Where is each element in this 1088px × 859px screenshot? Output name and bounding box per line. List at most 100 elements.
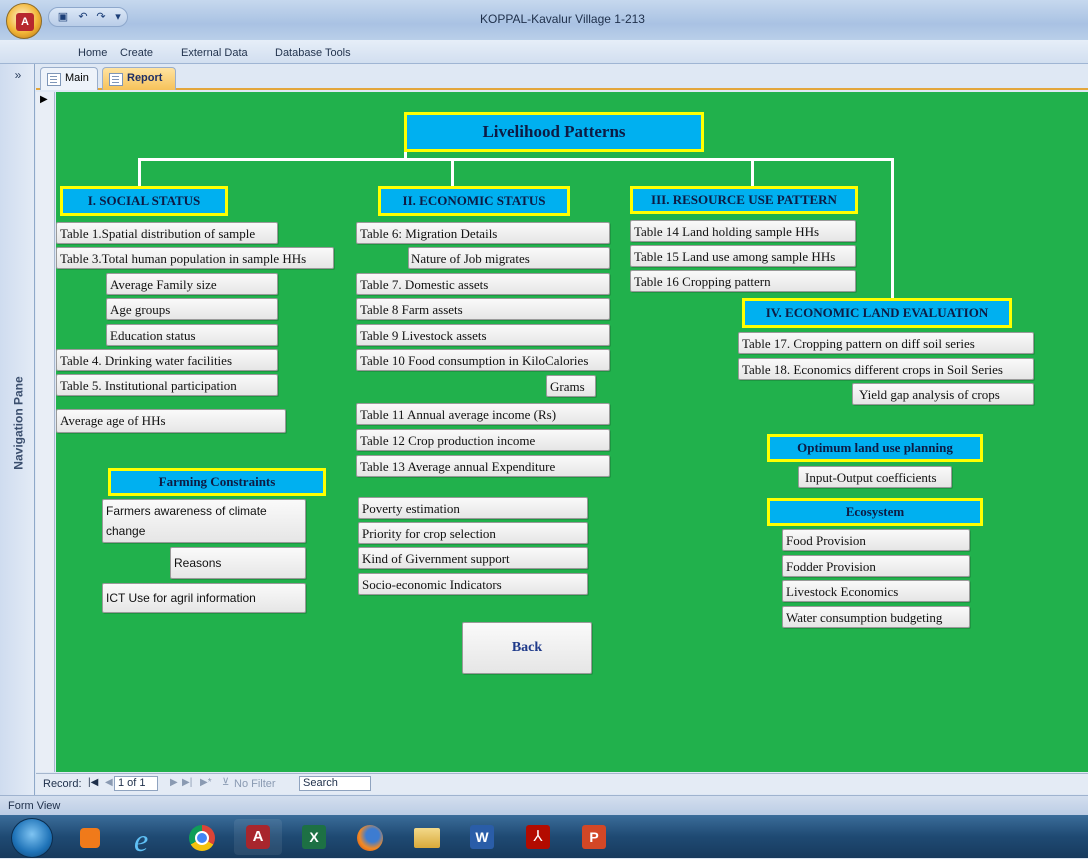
redo-icon[interactable]: ↷: [95, 11, 107, 23]
media-player-icon[interactable]: [66, 819, 114, 855]
yield-gap-button[interactable]: Yield gap analysis of crops: [852, 383, 1034, 405]
ict-use-button[interactable]: ICT Use for agril information: [102, 583, 306, 613]
record-position-field[interactable]: 1 of 1: [114, 776, 158, 791]
table-9-button[interactable]: Table 9 Livestock assets: [356, 324, 610, 346]
connector-line: [138, 158, 893, 161]
window-title: KOPPAL-Kavalur Village 1-213: [480, 12, 645, 26]
acrobat-icon[interactable]: ⅄: [514, 819, 562, 855]
search-input[interactable]: Search: [299, 776, 371, 791]
connector-line: [451, 158, 454, 188]
reasons-button[interactable]: Reasons: [170, 547, 306, 579]
input-output-button[interactable]: Input-Output coefficients: [798, 466, 952, 488]
quick-access-toolbar: ▣ ↶ ↷ ▾: [48, 7, 128, 27]
connector-line: [891, 158, 894, 298]
table-15-button[interactable]: Table 15 Land use among sample HHs: [630, 245, 856, 267]
food-provision-button[interactable]: Food Provision: [782, 529, 970, 551]
poverty-estimation-button[interactable]: Poverty estimation: [358, 497, 588, 519]
customize-toolbar-icon[interactable]: ▾: [112, 11, 124, 23]
filter-icon: ⊻: [222, 777, 230, 788]
no-filter-indicator[interactable]: No Filter: [234, 778, 276, 790]
access-logo-icon: A: [16, 13, 34, 31]
table-17-button[interactable]: Table 17. Cropping pattern on diff soil …: [738, 332, 1034, 354]
ecosystem-header: Ecosystem: [767, 498, 983, 526]
record-selector[interactable]: [36, 92, 55, 772]
table-7-button[interactable]: Table 7. Domestic assets: [356, 273, 610, 295]
office-button[interactable]: A: [6, 3, 42, 39]
form-icon: [47, 73, 61, 86]
fodder-provision-button[interactable]: Fodder Provision: [782, 555, 970, 577]
tab-home[interactable]: Home: [78, 47, 107, 59]
word-icon[interactable]: W: [458, 819, 506, 855]
crop-priority-button[interactable]: Priority for crop selection: [358, 522, 588, 544]
file-explorer-icon[interactable]: [402, 819, 450, 855]
chrome-icon[interactable]: [178, 819, 226, 855]
nav-pane-toggle-icon[interactable]: »: [9, 68, 27, 86]
table-18-button[interactable]: Table 18. Economics different crops in S…: [738, 358, 1034, 380]
report-title: Livelihood Patterns: [404, 112, 704, 152]
status-bar: Form View: [0, 795, 1088, 815]
next-record-icon[interactable]: ▶: [170, 777, 178, 788]
firefox-icon[interactable]: [346, 819, 394, 855]
tab-report[interactable]: Report: [102, 67, 176, 90]
tab-main-label: Main: [65, 72, 89, 84]
current-record-arrow-icon: ▶: [40, 94, 48, 105]
optimum-land-use-header: Optimum land use planning: [767, 434, 983, 462]
internet-explorer-icon[interactable]: e: [122, 819, 170, 858]
undo-icon[interactable]: ↶: [77, 11, 89, 23]
ribbon-tab-bar: Home Create External Data Database Tools: [0, 40, 1088, 64]
view-status: Form View: [8, 800, 61, 812]
save-icon[interactable]: ▣: [57, 11, 69, 23]
connector-line: [138, 158, 141, 188]
table-14-button[interactable]: Table 14 Land holding sample HHs: [630, 220, 856, 242]
tab-create[interactable]: Create: [120, 47, 153, 59]
access-icon[interactable]: A: [234, 819, 282, 855]
back-button[interactable]: Back: [462, 622, 592, 674]
table-12-button[interactable]: Table 12 Crop production income: [356, 429, 610, 451]
table-16-button[interactable]: Table 16 Cropping pattern: [630, 270, 856, 292]
tab-main[interactable]: Main: [40, 67, 98, 90]
windows-taskbar: e A X W ⅄ P: [0, 815, 1088, 858]
average-family-size-button[interactable]: Average Family size: [106, 273, 278, 295]
table-6-button[interactable]: Table 6: Migration Details: [356, 222, 610, 244]
powerpoint-icon[interactable]: P: [570, 819, 618, 855]
farming-constraints-header: Farming Constraints: [108, 468, 326, 496]
government-support-button[interactable]: Kind of Givernment support: [358, 547, 588, 569]
table-8-button[interactable]: Table 8 Farm assets: [356, 298, 610, 320]
new-record-icon[interactable]: ▶*: [200, 777, 212, 788]
grams-button[interactable]: Grams: [546, 375, 596, 397]
table-1-button[interactable]: Table 1.Spatial distribution of sample: [56, 222, 278, 244]
tab-report-label: Report: [127, 72, 163, 84]
social-status-header: I. SOCIAL STATUS: [60, 186, 228, 216]
record-navigation-bar: Record: |◀ ◀ 1 of 1 ▶ ▶| ▶* ⊻ No Filter …: [36, 773, 1088, 794]
age-groups-button[interactable]: Age groups: [106, 298, 278, 320]
connector-line: [751, 158, 754, 188]
table-4-button[interactable]: Table 4. Drinking water facilities: [56, 349, 278, 371]
socio-economic-indicators-button[interactable]: Socio-economic Indicators: [358, 573, 588, 595]
tab-external-data[interactable]: External Data: [181, 47, 248, 59]
livestock-economics-button[interactable]: Livestock Economics: [782, 580, 970, 602]
water-budgeting-button[interactable]: Water consumption budgeting: [782, 606, 970, 628]
excel-icon[interactable]: X: [290, 819, 338, 855]
table-13-button[interactable]: Table 13 Average annual Expenditure: [356, 455, 610, 477]
form-icon: [109, 73, 123, 86]
tab-database-tools[interactable]: Database Tools: [275, 47, 351, 59]
last-record-icon[interactable]: ▶|: [182, 777, 192, 788]
navigation-pane-label[interactable]: Navigation Pane: [12, 376, 28, 471]
resource-use-header: III. RESOURCE USE PATTERN: [630, 186, 858, 214]
job-migrates-button[interactable]: Nature of Job migrates: [408, 247, 610, 269]
average-age-button[interactable]: Average age of HHs: [56, 409, 286, 433]
table-5-button[interactable]: Table 5. Institutional participation: [56, 374, 278, 396]
start-orb-icon[interactable]: [11, 818, 53, 858]
climate-awareness-button[interactable]: Farmers awareness of climate change: [102, 499, 306, 543]
land-evaluation-header: IV. ECONOMIC LAND EVALUATION: [742, 298, 1012, 328]
table-10-button[interactable]: Table 10 Food consumption in KiloCalorie…: [356, 349, 610, 371]
record-label: Record:: [43, 778, 82, 790]
table-11-button[interactable]: Table 11 Annual average income (Rs): [356, 403, 610, 425]
education-status-button[interactable]: Education status: [106, 324, 278, 346]
economic-status-header: II. ECONOMIC STATUS: [378, 186, 570, 216]
report-canvas: Livelihood Patterns I. SOCIAL STATUS Tab…: [56, 92, 1088, 772]
table-3-button[interactable]: Table 3.Total human population in sample…: [56, 247, 334, 269]
previous-record-icon[interactable]: ◀: [105, 777, 113, 788]
document-tabs: Main Report: [36, 64, 1088, 90]
first-record-icon[interactable]: |◀: [88, 777, 98, 788]
